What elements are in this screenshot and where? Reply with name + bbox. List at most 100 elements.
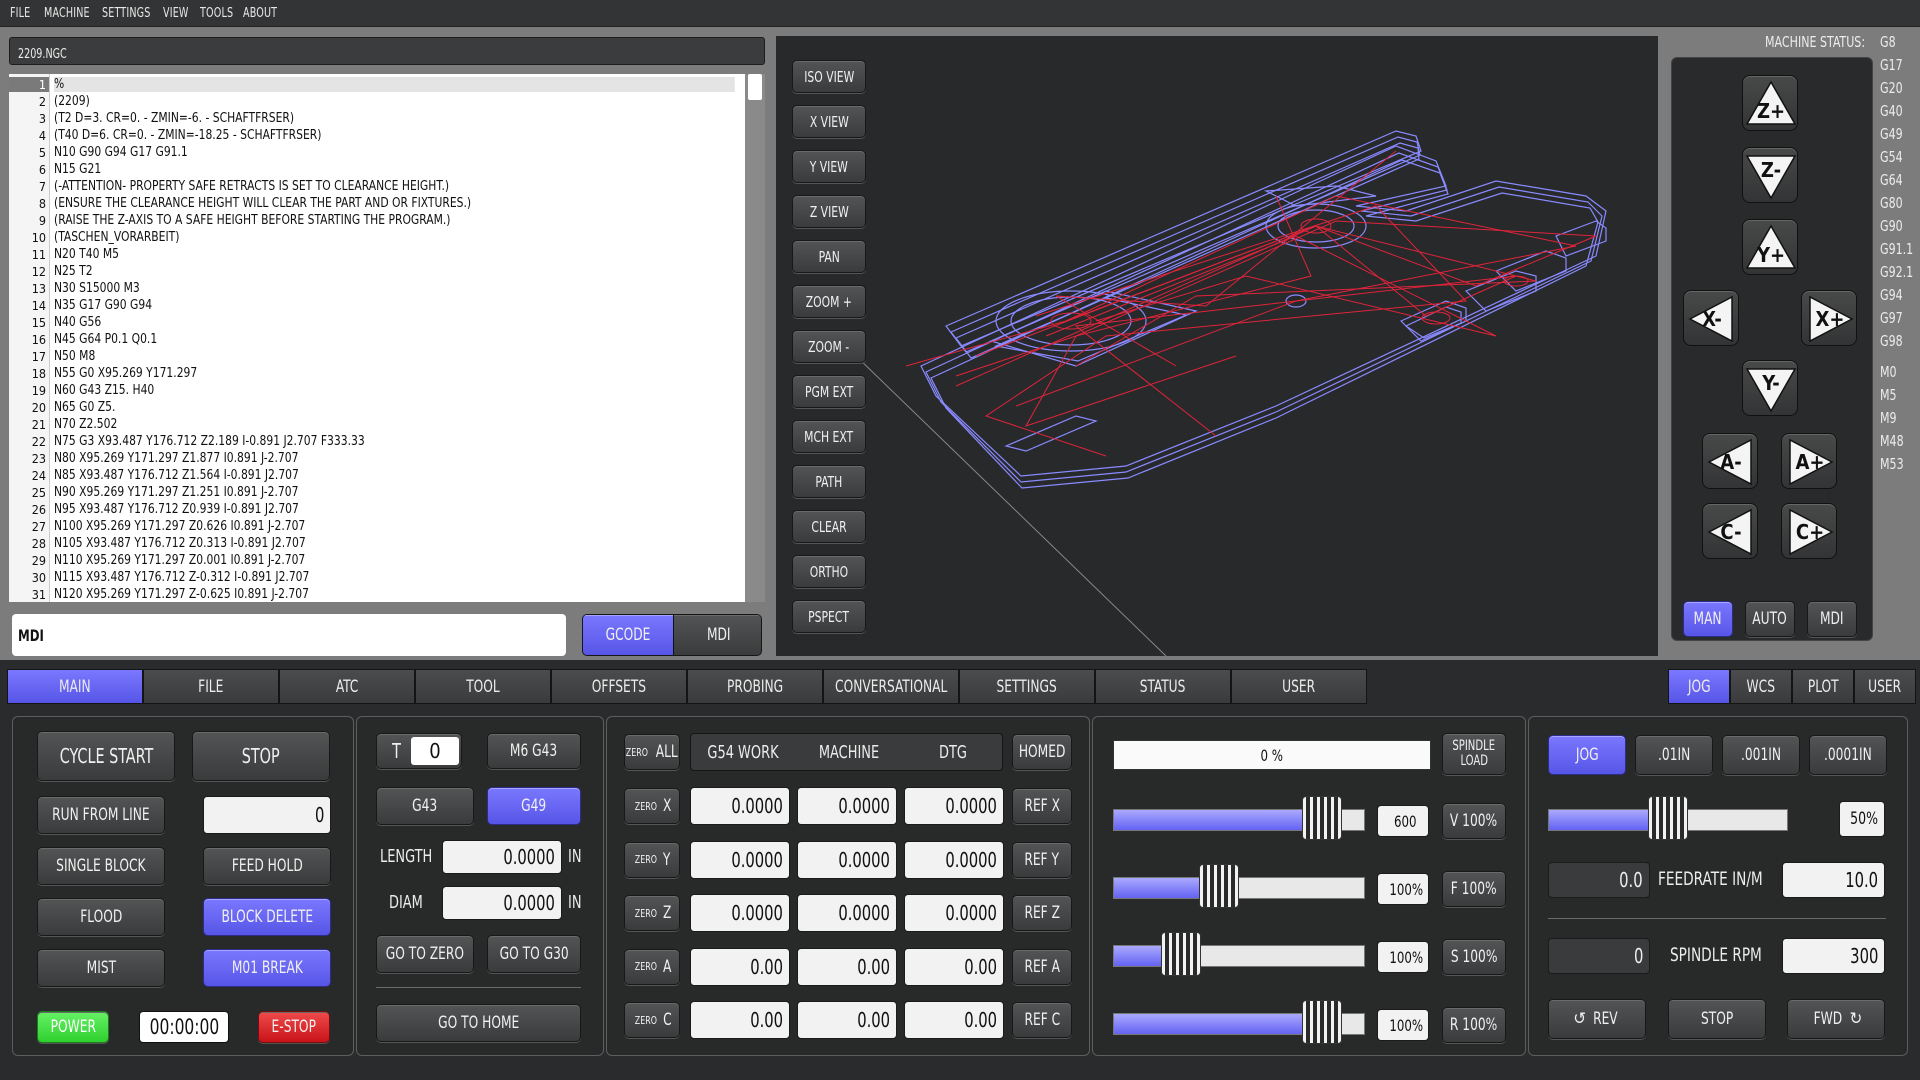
jog-a-plus-button[interactable]: A+ xyxy=(1781,433,1837,489)
ortho-button[interactable]: ORTHO xyxy=(792,555,866,588)
clear-button[interactable]: CLEAR xyxy=(792,510,866,543)
spindle-rev-button[interactable]: ↺ REV xyxy=(1548,999,1646,1039)
jog-z-plus-button[interactable]: Z+ xyxy=(1742,75,1798,131)
zero-c-button[interactable]: ZERO C xyxy=(624,1002,680,1038)
pgm-ext-button[interactable]: PGM EXT xyxy=(792,375,866,408)
pspect-button[interactable]: PSPECT xyxy=(792,600,866,633)
estop-button[interactable]: E-STOP xyxy=(258,1011,330,1043)
override-slider[interactable] xyxy=(1113,945,1365,967)
code-line[interactable]: N100 X95.269 Y171.297 Z0.626 I0.891 J-2.… xyxy=(54,519,305,534)
tab-main[interactable]: MAIN xyxy=(7,669,143,704)
menu-machine[interactable]: MACHINE xyxy=(44,6,90,21)
ref-z-button[interactable]: REF Z xyxy=(1012,895,1072,931)
mode-auto-button[interactable]: AUTO xyxy=(1745,601,1795,637)
mode-mdi-button[interactable]: MDI xyxy=(1807,601,1857,637)
code-line[interactable]: N55 G0 X95.269 Y171.297 xyxy=(54,366,197,381)
jog-x-plus-button[interactable]: X+ xyxy=(1801,290,1857,346)
code-line[interactable]: (T2 D=3. CR=0. - ZMIN=-6. - SCHAFTFRSER) xyxy=(54,111,294,126)
right-tab-user[interactable]: USER xyxy=(1854,669,1916,704)
menu-about[interactable]: ABOUT xyxy=(243,6,277,21)
x-view-button[interactable]: X VIEW xyxy=(792,105,866,138)
menu-tools[interactable]: TOOLS xyxy=(200,6,233,21)
mdi-input[interactable]: MDI xyxy=(12,614,566,656)
run-from-line-input[interactable]: 0 xyxy=(203,796,331,834)
ref-x-button[interactable]: REF X xyxy=(1012,788,1072,824)
override-reset-button[interactable]: V 100% xyxy=(1442,803,1506,839)
code-line[interactable]: N95 X93.487 Y176.712 Z0.939 I-0.891 J2.7… xyxy=(54,502,299,517)
code-line[interactable]: (RAISE THE Z-AXIS TO A SAFE HEIGHT BEFOR… xyxy=(54,213,451,228)
jog-x-minus-button[interactable]: X- xyxy=(1683,290,1739,346)
go-to-zero-button[interactable]: GO TO ZERO xyxy=(376,935,474,973)
menu-view[interactable]: VIEW xyxy=(163,6,189,21)
increment-001-button[interactable]: .001IN xyxy=(1722,735,1800,775)
spindle-stop-button[interactable]: STOP xyxy=(1668,999,1766,1039)
y-view-button[interactable]: Y VIEW xyxy=(792,150,866,183)
tab-tool[interactable]: TOOL xyxy=(415,669,551,704)
single-block-button[interactable]: SINGLE BLOCK xyxy=(37,847,165,885)
jog-mode-button[interactable]: JOG xyxy=(1548,735,1626,775)
flood-button[interactable]: FLOOD xyxy=(37,898,165,936)
code-line[interactable]: N70 Z2.502 xyxy=(54,417,117,432)
go-to-g30-button[interactable]: GO TO G30 xyxy=(487,935,581,973)
ref-c-button[interactable]: REF C xyxy=(1012,1002,1072,1038)
g43-button[interactable]: G43 xyxy=(376,787,474,825)
code-line[interactable]: N25 T2 xyxy=(54,264,93,279)
editor-scrollbar-thumb[interactable] xyxy=(748,74,762,100)
menu-settings[interactable]: SETTINGS xyxy=(102,6,151,21)
code-line[interactable]: N110 X95.269 Y171.297 Z0.001 I0.891 J-2.… xyxy=(54,553,305,568)
code-line[interactable]: N60 G43 Z15. H40 xyxy=(54,383,154,398)
tab-settings[interactable]: SETTINGS xyxy=(959,669,1095,704)
jog-y-plus-button[interactable]: Y+ xyxy=(1742,219,1798,275)
tab-conversational[interactable]: CONVERSATIONAL xyxy=(823,669,959,704)
code-line[interactable]: % xyxy=(54,77,735,92)
ref-a-button[interactable]: REF A xyxy=(1012,948,1072,985)
code-line[interactable]: (2209) xyxy=(54,94,90,109)
editor-scrollbar[interactable] xyxy=(745,74,765,602)
spindle-rpm-set-input[interactable]: 300 xyxy=(1782,938,1885,974)
path-button[interactable]: PATH xyxy=(792,465,866,498)
zero-y-button[interactable]: ZERO Y xyxy=(624,841,680,878)
jog-c-plus-button[interactable]: C+ xyxy=(1781,503,1837,559)
code-line[interactable]: N65 G0 Z5. xyxy=(54,400,115,415)
increment-01-button[interactable]: .01IN xyxy=(1635,735,1713,775)
override-slider-handle[interactable] xyxy=(1302,796,1343,840)
code-line[interactable]: N15 G21 xyxy=(54,162,101,177)
code-line[interactable]: (TASCHEN_VORARBEIT) xyxy=(54,230,179,245)
zero-z-button[interactable]: ZERO Z xyxy=(624,895,680,931)
mode-man-button[interactable]: MAN xyxy=(1683,601,1733,637)
code-line[interactable]: N20 T40 M5 xyxy=(54,247,119,262)
zero-x-button[interactable]: ZERO X xyxy=(624,788,680,824)
tab-user[interactable]: USER xyxy=(1231,669,1367,704)
override-slider[interactable] xyxy=(1113,877,1365,899)
z-view-button[interactable]: Z VIEW xyxy=(792,195,866,228)
tab-file[interactable]: FILE xyxy=(143,669,279,704)
code-line[interactable]: N75 G3 X93.487 Y176.712 Z2.189 I-0.891 J… xyxy=(54,434,365,449)
code-line[interactable]: N115 X93.487 Y176.712 Z-0.312 I-0.891 J2… xyxy=(54,570,309,585)
jog-c-minus-button[interactable]: C- xyxy=(1702,503,1758,559)
tab-gcode[interactable]: GCODE xyxy=(583,615,673,655)
power-button[interactable]: POWER xyxy=(37,1011,109,1043)
zoom-out-button[interactable]: ZOOM - xyxy=(792,330,866,363)
code-line[interactable]: (T40 D=6. CR=0. - ZMIN=-18.25 - SCHAFTFR… xyxy=(54,128,321,143)
code-line[interactable]: N40 G56 xyxy=(54,315,101,330)
feed-hold-button[interactable]: FEED HOLD xyxy=(203,847,331,885)
zero-all-button[interactable]: ZERO ALL xyxy=(624,734,680,770)
spindle-fwd-button[interactable]: FWD ↻ xyxy=(1787,999,1885,1039)
m6-g43-button[interactable]: M6 G43 xyxy=(487,733,581,769)
code-line[interactable]: N85 X93.487 Y176.712 Z1.564 I-0.891 J2.7… xyxy=(54,468,299,483)
stop-button[interactable]: STOP xyxy=(192,731,330,781)
right-tab-jog[interactable]: JOG xyxy=(1668,669,1730,704)
zoom-in-button[interactable]: ZOOM + xyxy=(792,285,866,318)
tab-mdi[interactable]: MDI xyxy=(673,615,761,655)
tab-offsets[interactable]: OFFSETS xyxy=(551,669,687,704)
go-to-home-button[interactable]: GO TO HOME xyxy=(376,1004,581,1042)
m01-break-button[interactable]: M01 BREAK xyxy=(203,949,331,987)
pan-button[interactable]: PAN xyxy=(792,240,866,273)
toolpath-preview[interactable] xyxy=(776,36,1658,657)
jog-z-minus-button[interactable]: Z- xyxy=(1742,147,1798,203)
code-line[interactable]: N50 M8 xyxy=(54,349,95,364)
iso-view-button[interactable]: ISO VIEW xyxy=(792,60,866,93)
mch-ext-button[interactable]: MCH EXT xyxy=(792,420,866,453)
code-line[interactable]: (-ATTENTION- PROPERTY SAFE RETRACTS IS S… xyxy=(54,179,449,194)
feedrate-set-input[interactable]: 10.0 xyxy=(1782,862,1885,898)
